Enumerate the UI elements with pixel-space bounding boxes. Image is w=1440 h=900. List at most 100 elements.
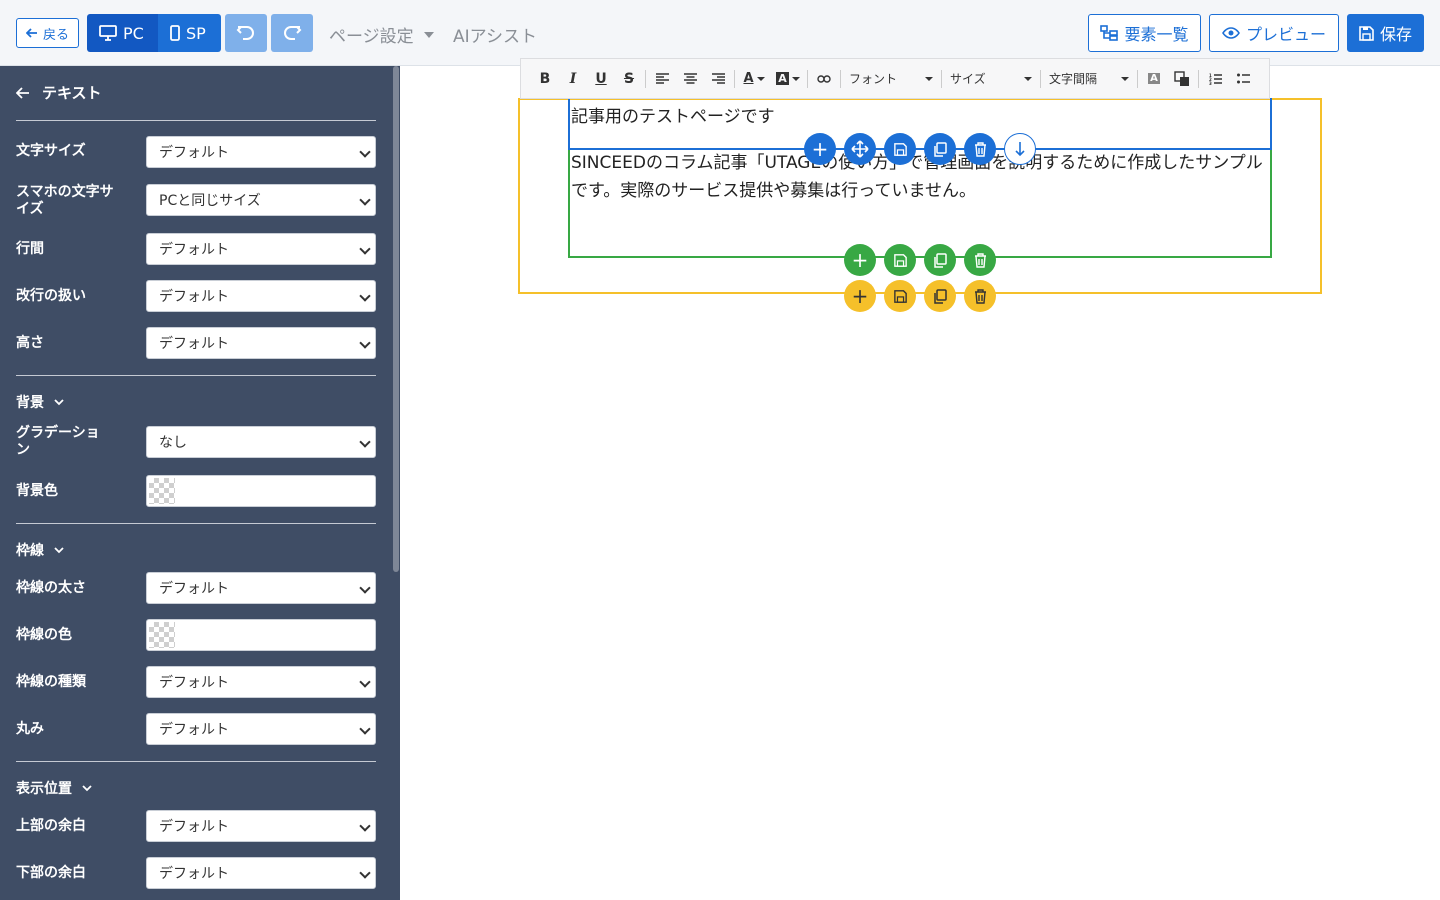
- back-button[interactable]: 戻る: [16, 18, 79, 48]
- size-dropdown[interactable]: サイズ: [944, 65, 1038, 93]
- save-element-button[interactable]: [884, 133, 916, 165]
- letter-spacing-dropdown[interactable]: 文字間隔: [1043, 65, 1135, 93]
- border-style-select[interactable]: デフォルト: [146, 666, 376, 698]
- radius-select[interactable]: デフォルト: [146, 713, 376, 745]
- ordered-list-icon[interactable]: 123: [1201, 65, 1229, 93]
- arrow-left-icon: [25, 28, 37, 38]
- highlight-color-icon[interactable]: A: [771, 65, 805, 93]
- undo-button[interactable]: [225, 14, 267, 52]
- font-dropdown[interactable]: フォント: [843, 65, 939, 93]
- pc-view-button[interactable]: PC: [87, 14, 158, 52]
- chevron-down-icon: [359, 194, 371, 206]
- rich-text-toolbar: B I U S A A フォント サイズ 文字間隔 A 123: [520, 58, 1270, 99]
- trash-icon: [974, 252, 986, 268]
- heading-text[interactable]: 記事用のテストページです: [571, 102, 775, 127]
- border-style-value: デフォルト: [159, 675, 229, 691]
- italic-icon[interactable]: I: [559, 65, 587, 93]
- preview-button[interactable]: プレビュー: [1209, 14, 1339, 52]
- position-section-label: 表示位置: [16, 781, 72, 797]
- bullet-list-icon[interactable]: [1229, 65, 1257, 93]
- align-right-icon[interactable]: [704, 65, 732, 93]
- link-icon[interactable]: [810, 65, 838, 93]
- background-section-label: 背景: [16, 395, 44, 411]
- move-down-button[interactable]: [1004, 133, 1036, 165]
- save-section-button[interactable]: [884, 280, 916, 312]
- add-row-button[interactable]: +: [844, 244, 876, 276]
- elements-list-button[interactable]: 要素一覧: [1088, 14, 1201, 52]
- elements-list-label: 要素一覧: [1124, 25, 1189, 44]
- sp-view-button[interactable]: SP: [158, 14, 221, 52]
- add-section-button[interactable]: +: [844, 280, 876, 312]
- margin-top-select[interactable]: デフォルト: [146, 810, 376, 842]
- margin-top-label: 上部の余白: [16, 818, 86, 834]
- font-size-select[interactable]: デフォルト: [146, 136, 376, 168]
- font-size-label: 文字サイズ: [16, 143, 86, 159]
- save-row-button[interactable]: [884, 244, 916, 276]
- plus-icon: +: [811, 137, 829, 161]
- redo-icon: [284, 26, 302, 40]
- copy-section-button[interactable]: [924, 280, 956, 312]
- copy-element-button[interactable]: [924, 133, 956, 165]
- page-settings-menu[interactable]: ページ設定: [329, 22, 434, 47]
- ai-assist-menu[interactable]: AIアシスト: [453, 22, 537, 47]
- height-label: 高さ: [16, 335, 44, 351]
- save-label: 保存: [1379, 25, 1412, 44]
- strikethrough-icon[interactable]: S: [615, 65, 643, 93]
- line-height-label: 行間: [16, 241, 44, 257]
- sp-font-size-select[interactable]: PCと同じサイズ: [146, 184, 376, 216]
- border-section-label: 枠線: [16, 543, 44, 559]
- bold-icon[interactable]: B: [531, 65, 559, 93]
- page-settings-label: ページ設定: [329, 27, 414, 47]
- save-button[interactable]: 保存: [1347, 14, 1424, 52]
- floppy-disk-icon: [1359, 25, 1374, 41]
- divider: [1040, 69, 1041, 88]
- divider: [941, 69, 942, 88]
- font-replace-icon[interactable]: [1168, 65, 1196, 93]
- gradation-select[interactable]: なし: [146, 426, 376, 458]
- preview-label: プレビュー: [1245, 25, 1326, 44]
- gradation-label: グラデーション: [16, 425, 100, 458]
- chevron-down-icon: [359, 867, 371, 879]
- sidebar-header[interactable]: テキスト: [16, 82, 102, 103]
- border-color-picker[interactable]: [146, 619, 376, 651]
- delete-section-button[interactable]: [964, 280, 996, 312]
- copy-row-button[interactable]: [924, 244, 956, 276]
- margin-bottom-select[interactable]: デフォルト: [146, 857, 376, 889]
- copy-icon: [934, 252, 947, 268]
- floppy-disk-icon: [893, 142, 907, 156]
- font-color-icon[interactable]: A: [737, 65, 771, 93]
- chevron-down-icon: [359, 676, 371, 688]
- align-center-icon[interactable]: [676, 65, 704, 93]
- sidebar-scrollbar-thumb[interactable]: [393, 66, 399, 572]
- trash-icon: [974, 141, 986, 157]
- chevron-down-icon: [359, 582, 371, 594]
- gradation-value: なし: [159, 435, 187, 451]
- floppy-disk-icon: [893, 289, 907, 303]
- height-select[interactable]: デフォルト: [146, 327, 376, 359]
- ai-assist-label: AIアシスト: [453, 27, 537, 47]
- delete-element-button[interactable]: [964, 133, 996, 165]
- align-left-icon[interactable]: [648, 65, 676, 93]
- plus-icon: +: [851, 284, 869, 308]
- clear-format-icon[interactable]: A: [1140, 65, 1168, 93]
- body-text[interactable]: SINCEEDのコラム記事「UTAGEの使い方」で管理画面を説明するために作成し…: [571, 149, 1266, 205]
- position-section-toggle[interactable]: 表示位置: [16, 778, 92, 798]
- border-section-toggle[interactable]: 枠線: [16, 540, 64, 560]
- sp-label: SP: [186, 23, 206, 43]
- delete-row-button[interactable]: [964, 244, 996, 276]
- add-element-button[interactable]: +: [804, 133, 836, 165]
- chevron-down-icon: [359, 820, 371, 832]
- underline-icon[interactable]: U: [587, 65, 615, 93]
- line-height-select[interactable]: デフォルト: [146, 233, 376, 265]
- bg-color-picker[interactable]: [146, 475, 376, 507]
- move-element-button[interactable]: [844, 133, 876, 165]
- border-style-label: 枠線の種類: [16, 674, 86, 690]
- redo-button[interactable]: [271, 14, 313, 52]
- background-section-toggle[interactable]: 背景: [16, 392, 64, 412]
- margin-bottom-label: 下部の余白: [16, 865, 86, 881]
- pc-label: PC: [123, 23, 144, 43]
- line-break-select[interactable]: デフォルト: [146, 280, 376, 312]
- border-width-select[interactable]: デフォルト: [146, 572, 376, 604]
- plus-icon: +: [851, 248, 869, 272]
- chevron-down-icon: [54, 546, 64, 553]
